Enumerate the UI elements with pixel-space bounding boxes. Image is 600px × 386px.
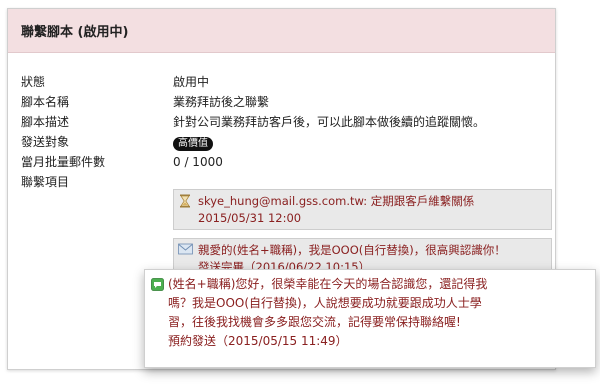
field-label: 發送對象 [21,135,70,149]
field-value: 0 / 1000 [173,155,223,169]
field-label: 腳本名稱 [21,95,70,109]
contact-item-reminder[interactable]: skye_hung@mail.gss.com.tw: 定期跟客戶維繫關係 201… [173,189,552,230]
hourglass-icon [178,194,192,208]
field-label: 狀態 [21,75,46,89]
field-value: 針對公司業務拜訪客戶後，可以此腳本做後續的追蹤關懷。 [173,115,486,129]
sms-item-popup[interactable]: (姓名+職稱)您好，很榮幸能在今天的場合認識您，還記得我 嗎？我是OOO(自行替… [144,269,596,368]
envelope-icon [178,243,193,257]
page-title: 聯繫腳本 (啟用中) [8,9,555,53]
item-subject: 親愛的(姓名+職稱)，我是OOO(自行替換)，很高興認識你！ [198,243,506,257]
field-label: 腳本描述 [21,115,70,129]
sms-icon [151,278,164,291]
sms-line: (姓名+職稱)您好，很榮幸能在今天的場合認識您，還記得我 [168,277,488,291]
item-subject: skye_hung@mail.gss.com.tw: 定期跟客戶維繫關係 [198,194,475,208]
field-value: 啟用中 [173,75,210,89]
field-value: 業務拜訪後之聯繫 [173,95,270,109]
item-time: 2015/05/31 12:00 [198,211,302,225]
sms-time: 預約發送（2015/05/15 11:49） [168,334,348,348]
field-label: 當月批量郵件數 [21,155,106,169]
sms-line: 嗎？我是OOO(自行替換)，人說想要成功就要跟成功人士學 [168,296,482,310]
field-label: 聯繫項目 [21,175,70,189]
target-badge: 高價值 [173,137,213,151]
sms-line: 習，往後我找機會多多跟您交流，記得要常保持聯絡喔! [168,315,461,329]
